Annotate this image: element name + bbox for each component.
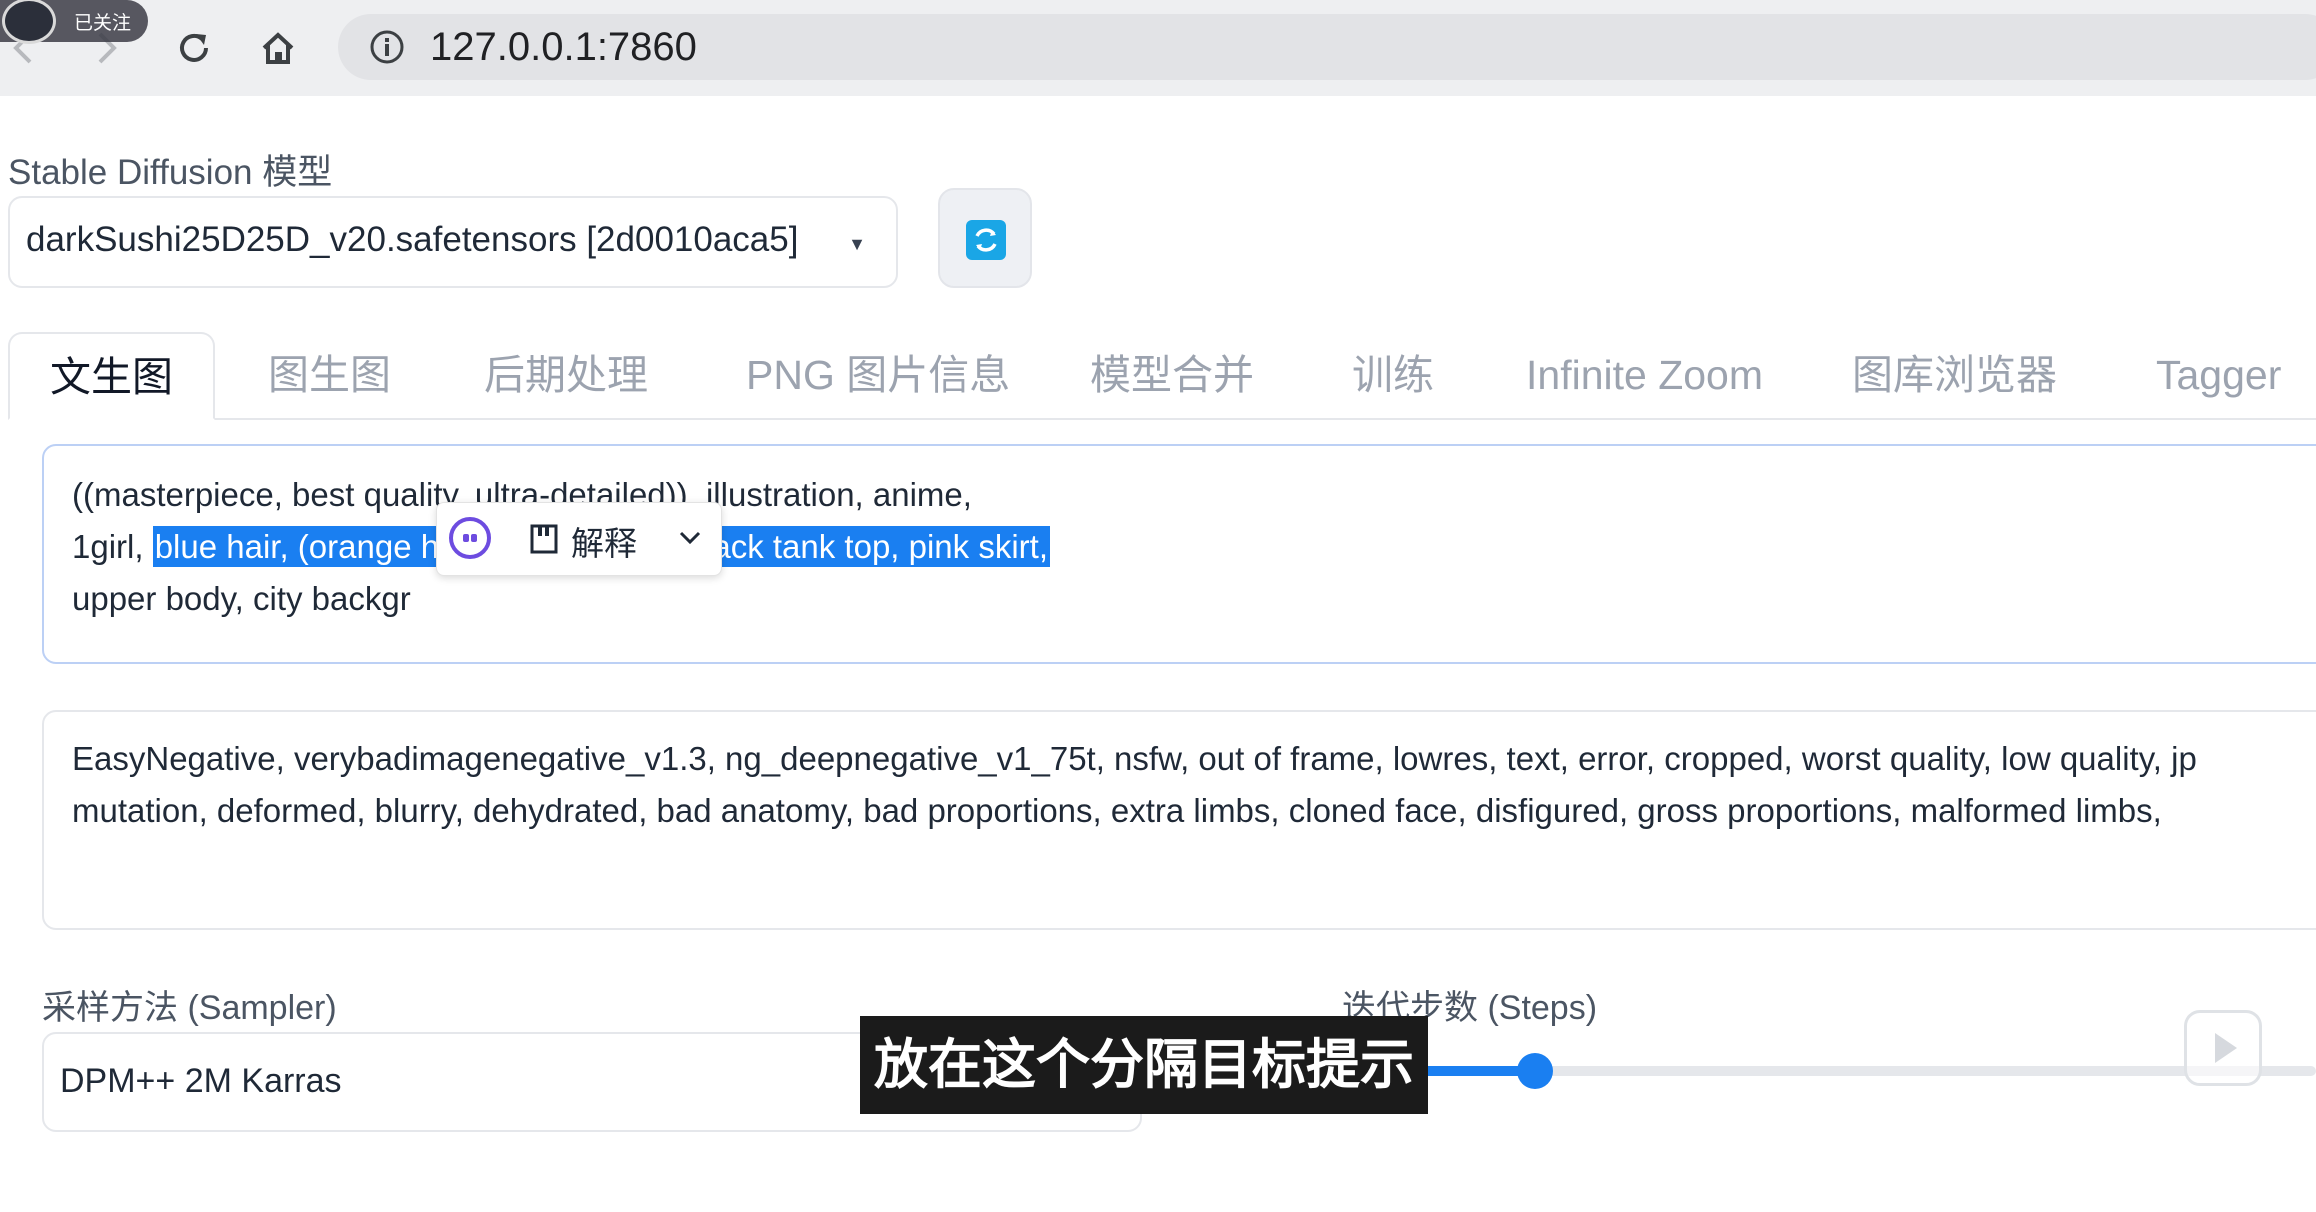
steps-slider-handle[interactable]: [1517, 1053, 1554, 1089]
explain-button[interactable]: 解释: [571, 517, 637, 565]
selection-popup: 解释: [436, 502, 722, 576]
video-subtitle: 放在这个分隔目标提示词里: [860, 1016, 1428, 1194]
chevron-down-icon: ▼: [848, 234, 866, 254]
tab-image-browser[interactable]: 图库浏览器: [1852, 332, 2057, 418]
sampler-label: 采样方法 (Sampler): [42, 989, 337, 1027]
ai-assistant-icon[interactable]: [449, 517, 491, 559]
tab-checkpoint-merger[interactable]: 模型合并: [1090, 332, 1254, 418]
steps-slider[interactable]: [1340, 1053, 2316, 1089]
refresh-icon: [966, 220, 1006, 260]
reload-icon[interactable]: [168, 22, 220, 74]
url-text[interactable]: 127.0.0.1:7860: [430, 24, 697, 70]
refresh-model-button[interactable]: [938, 188, 1032, 288]
home-icon[interactable]: [252, 22, 304, 74]
avatar[interactable]: [2, 0, 56, 44]
follow-badge[interactable]: 已关注: [0, 0, 148, 44]
webui-page: Stable Diffusion 模型 darkSushi25D25D_v20.…: [0, 96, 2316, 1132]
address-bar[interactable]: 127.0.0.1:7860: [338, 14, 2316, 80]
tab-img2img[interactable]: 图生图: [268, 332, 391, 418]
play-icon[interactable]: [2184, 1010, 2262, 1086]
follow-badge-label: 已关注: [74, 13, 132, 34]
model-select[interactable]: darkSushi25D25D_v20.safetensors [2d0010a…: [8, 196, 898, 288]
negative-prompt-input[interactable]: EasyNegative, verybadimagenegative_v1.3,…: [42, 710, 2316, 930]
tab-infinite-zoom[interactable]: Infinite Zoom: [1526, 332, 1763, 418]
chevron-down-icon[interactable]: [675, 523, 705, 553]
prompt-input[interactable]: ((masterpiece, best quality, ultra-detai…: [42, 444, 2316, 664]
tab-tagger[interactable]: Tagger: [2156, 332, 2281, 418]
book-icon[interactable]: [529, 523, 559, 555]
model-label: Stable Diffusion 模型: [8, 153, 333, 192]
prompt-line-3: upper body, city backgr: [72, 580, 411, 617]
model-select-value: darkSushi25D25D_v20.safetensors [2d0010a…: [26, 220, 799, 259]
browser-toolbar: 127.0.0.1:7860 已关注: [0, 0, 2316, 97]
tab-train[interactable]: 训练: [1352, 332, 1434, 418]
info-icon[interactable]: [368, 28, 406, 66]
sampler-value: DPM++ 2M Karras: [60, 1062, 342, 1100]
negative-line-2: mutation, deformed, blurry, dehydrated, …: [72, 792, 2162, 829]
negative-line-1: EasyNegative, verybadimagenegative_v1.3,…: [72, 740, 2197, 777]
prompt-line-2-text: 1girl,: [72, 528, 144, 565]
tab-png-info[interactable]: PNG 图片信息: [746, 332, 1010, 418]
tab-txt2img[interactable]: 文生图: [8, 332, 215, 420]
main-tabs: 文生图 图生图 后期处理 PNG 图片信息 模型合并 训练 Infinite Z…: [8, 332, 2316, 420]
tab-extras[interactable]: 后期处理: [484, 332, 648, 418]
